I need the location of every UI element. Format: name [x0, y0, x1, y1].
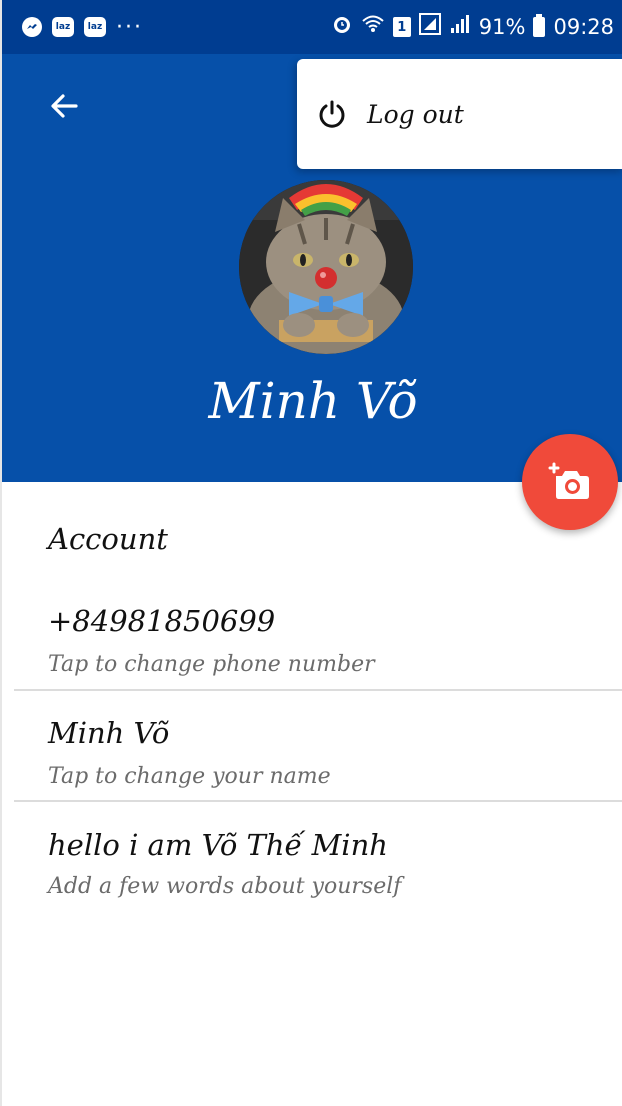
wifi-icon — [361, 14, 385, 40]
back-button[interactable] — [42, 84, 86, 128]
add-camera-icon — [548, 462, 589, 499]
name-value: Minh Võ — [48, 716, 170, 750]
section-title: Account — [48, 522, 168, 556]
signal-bars-icon — [449, 14, 471, 40]
signal-box-icon — [418, 13, 441, 41]
logout-label: Log out — [367, 99, 464, 129]
more-notifications: ··· — [116, 14, 143, 40]
battery-icon — [533, 14, 546, 37]
avatar[interactable] — [239, 180, 413, 354]
logout-menu-item[interactable]: Log out — [297, 59, 622, 169]
status-bar: laz laz ··· 1 91% 09:28 — [2, 0, 622, 54]
phone-number-value: +84981850699 — [48, 604, 276, 638]
phone-number-hint: Tap to change phone number — [48, 652, 375, 677]
cat-avatar — [239, 180, 413, 354]
phone-number-item[interactable]: +84981850699 Tap to change phone number — [2, 590, 622, 688]
name-item[interactable]: Minh Võ Tap to change your name — [2, 702, 622, 800]
divider — [14, 689, 622, 691]
bio-item[interactable]: hello i am Võ Thế Minh Add a few words a… — [2, 814, 622, 912]
lazada-icon: laz — [52, 17, 74, 37]
divider — [14, 800, 622, 802]
power-icon — [319, 100, 345, 128]
name-hint: Tap to change your name — [48, 764, 331, 789]
bio-value: hello i am Võ Thế Minh — [48, 828, 388, 862]
lazada-icon: laz — [84, 17, 106, 37]
profile-name: Minh Võ — [208, 372, 418, 430]
alarm-icon — [331, 13, 353, 41]
change-photo-button[interactable] — [522, 434, 618, 530]
clock: 09:28 — [553, 15, 614, 39]
messenger-icon — [22, 17, 42, 37]
bio-hint: Add a few words about yourself — [48, 874, 402, 899]
settings-screen: laz laz ··· 1 91% 09:28 Minh Võ Log out … — [0, 0, 622, 1106]
battery-percent: 91% — [478, 15, 526, 39]
sim-icon: 1 — [392, 17, 411, 37]
arrow-left-icon — [51, 94, 78, 118]
